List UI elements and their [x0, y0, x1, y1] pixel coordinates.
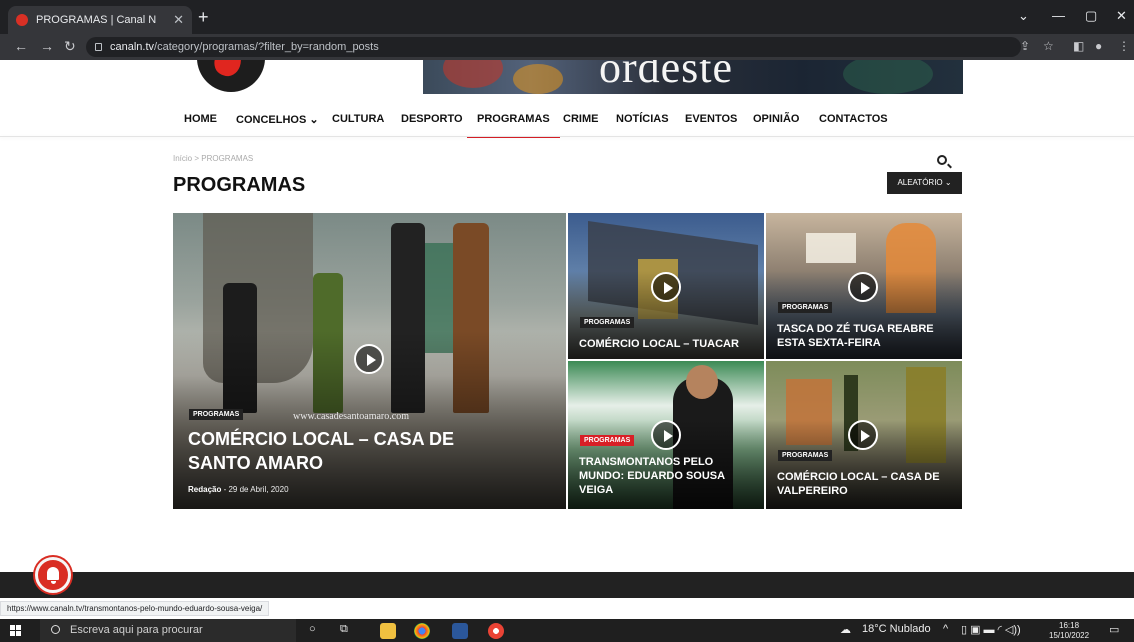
- category-badge[interactable]: PROGRAMAS: [580, 317, 635, 328]
- browser-tab[interactable]: PROGRAMAS | Canal N ✕: [8, 6, 192, 34]
- play-icon[interactable]: [354, 344, 384, 374]
- url-domain: canaln.tv: [110, 41, 155, 53]
- share-icon[interactable]: ⇪: [1020, 39, 1030, 53]
- post-card[interactable]: PROGRAMAS COMÉRCIO LOCAL – CASA DE VALPE…: [766, 361, 962, 509]
- post-title[interactable]: TASCA DO ZÉ TUGA REABRE ESTA SEXTA-FEIRA: [777, 322, 957, 350]
- menu-kebab-icon[interactable]: ⋮: [1118, 39, 1130, 53]
- tab-close-icon[interactable]: ✕: [173, 12, 184, 28]
- menu-item-crime[interactable]: CRIME: [563, 113, 598, 125]
- maximize-button[interactable]: ▢: [1085, 8, 1097, 24]
- weather-text[interactable]: 18°C Nublado: [862, 623, 931, 635]
- new-tab-button[interactable]: +: [198, 8, 209, 26]
- tab-search-icon[interactable]: ⌄: [1018, 8, 1029, 24]
- menu-item-cultura[interactable]: CULTURA: [332, 113, 384, 125]
- taskbar-search-placeholder: Escreva aqui para procurar: [70, 624, 203, 636]
- url-path: /category/programas/?filter_by=random_po…: [154, 41, 379, 53]
- clock-time: 16:18: [1059, 621, 1080, 630]
- chrome-profile-icon[interactable]: [488, 623, 504, 639]
- lock-icon: [95, 43, 102, 51]
- profile-icon[interactable]: ●: [1095, 39, 1102, 53]
- clock-date: 15/10/2022: [1049, 631, 1090, 640]
- menu-item-contactos[interactable]: CONTACTOS: [819, 113, 888, 125]
- notification-bell-icon[interactable]: [35, 557, 71, 593]
- menu-item-desporto[interactable]: DESPORTO: [401, 113, 463, 125]
- post-card-large[interactable]: www.casadesantoamaro.com PROGRAMAS COMÉR…: [173, 213, 566, 509]
- browser-tab-strip: PROGRAMAS | Canal N ✕ + ⌄ — ▢ ✕: [0, 0, 1134, 34]
- post-card[interactable]: PROGRAMAS TASCA DO ZÉ TUGA REABRE ESTA S…: [766, 213, 962, 359]
- bookmark-star-icon[interactable]: ☆: [1043, 39, 1054, 53]
- tray-chevron-icon[interactable]: ^: [943, 623, 948, 635]
- banner-text: ordeste: [599, 60, 734, 92]
- category-badge[interactable]: PROGRAMAS: [580, 435, 635, 446]
- forward-arrow-icon[interactable]: →: [40, 38, 54, 54]
- menu-item-programas[interactable]: PROGRAMAS: [467, 113, 560, 138]
- file-explorer-icon[interactable]: [380, 623, 396, 639]
- post-title[interactable]: TRANSMONTANOS PELO MUNDO: EDUARDO SOUSA …: [579, 455, 759, 497]
- post-title[interactable]: COMÉRCIO LOCAL – CASA DE SANTO AMARO: [188, 427, 488, 475]
- site-favicon-icon: [16, 14, 28, 26]
- page-title: PROGRAMAS: [173, 174, 306, 196]
- address-bar[interactable]: canaln.tv/category/programas/?filter_by=…: [86, 37, 1021, 57]
- image-watermark: www.casadesantoamaro.com: [293, 411, 409, 422]
- tab-title: PROGRAMAS | Canal N: [36, 14, 157, 26]
- website: ordeste HOME CONCELHOS ⌄ CULTURA DESPORT…: [0, 60, 1134, 572]
- header-banner[interactable]: ordeste: [423, 60, 963, 94]
- menu-item-home[interactable]: HOME: [184, 113, 217, 125]
- menu-item-concelhos[interactable]: CONCELHOS ⌄: [236, 113, 319, 126]
- search-icon: [51, 625, 60, 634]
- post-author[interactable]: Redação: [188, 485, 221, 494]
- task-view-icon[interactable]: ⧉: [340, 623, 348, 636]
- post-meta: Redação - 29 de Abril, 2020: [188, 485, 289, 494]
- category-badge[interactable]: PROGRAMAS: [189, 409, 244, 420]
- category-badge[interactable]: PROGRAMAS: [778, 302, 833, 313]
- reload-icon[interactable]: ↻: [64, 38, 76, 54]
- menu-item-noticias[interactable]: NOTÍCIAS: [616, 113, 669, 125]
- weather-cloud-icon[interactable]: ☁: [840, 623, 851, 636]
- cortana-icon[interactable]: ○: [309, 623, 316, 635]
- sidepanel-icon[interactable]: ◧: [1073, 39, 1084, 53]
- taskbar-clock[interactable]: 16:18 15/10/2022: [1049, 621, 1089, 641]
- post-title[interactable]: COMÉRCIO LOCAL – CASA DE VALPEREIRO: [777, 470, 957, 498]
- menu-divider: [0, 136, 1134, 137]
- tray-icons[interactable]: ▯ ▣ ▬ ◜ ◁)): [961, 623, 1021, 636]
- breadcrumb[interactable]: Início > PROGRAMAS: [173, 154, 253, 163]
- browser-toolbar: ← → ↻ canaln.tv/category/programas/?filt…: [0, 34, 1134, 60]
- category-badge[interactable]: PROGRAMAS: [778, 450, 833, 461]
- post-card[interactable]: PROGRAMAS COMÉRCIO LOCAL – TUACAR: [568, 213, 764, 359]
- taskbar-search[interactable]: Escreva aqui para procurar: [40, 619, 296, 642]
- back-arrow-icon[interactable]: ←: [14, 38, 28, 54]
- menu-item-opiniao[interactable]: OPINIÃO: [753, 113, 799, 125]
- windows-taskbar: Escreva aqui para procurar ○ ⧉ ☁ 18°C Nu…: [0, 619, 1134, 642]
- notifications-icon[interactable]: ▭: [1109, 623, 1119, 636]
- site-logo[interactable]: [197, 60, 265, 92]
- site-search-icon[interactable]: [937, 155, 947, 165]
- post-title[interactable]: COMÉRCIO LOCAL – TUACAR: [579, 337, 759, 351]
- play-icon[interactable]: [848, 272, 878, 302]
- play-icon[interactable]: [651, 272, 681, 302]
- post-card[interactable]: PROGRAMAS TRANSMONTANOS PELO MUNDO: EDUA…: [568, 361, 764, 509]
- main-menu: HOME CONCELHOS ⌄ CULTURA DESPORTO PROGRA…: [0, 105, 1134, 165]
- minimize-button[interactable]: —: [1052, 8, 1065, 23]
- play-icon[interactable]: [651, 420, 681, 450]
- play-icon[interactable]: [848, 420, 878, 450]
- sort-dropdown[interactable]: ALEATÓRIO ⌄: [887, 172, 962, 194]
- menu-item-eventos[interactable]: EVENTOS: [685, 113, 737, 125]
- word-icon[interactable]: [452, 623, 468, 639]
- windows-start-icon[interactable]: [10, 625, 22, 637]
- site-footer: [0, 572, 1134, 598]
- close-window-button[interactable]: ✕: [1116, 8, 1127, 24]
- chrome-icon[interactable]: [414, 623, 430, 639]
- link-status-bar: https://www.canaln.tv/transmontanos-pelo…: [0, 601, 270, 616]
- post-date: - 29 de Abril, 2020: [221, 485, 289, 494]
